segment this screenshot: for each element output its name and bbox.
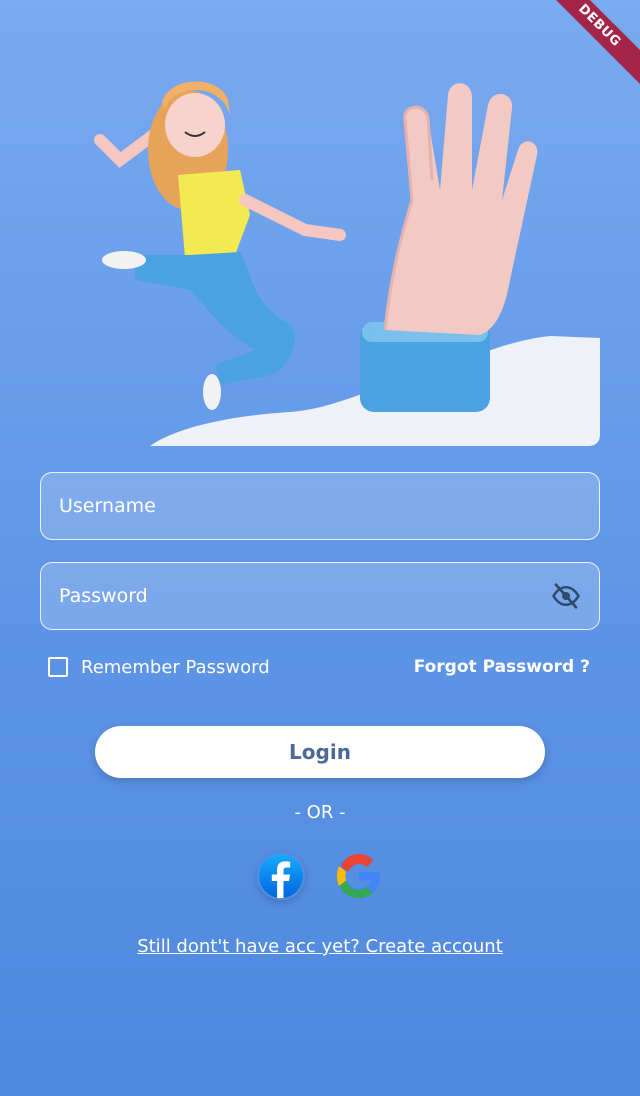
facebook-icon <box>259 854 303 898</box>
username-input[interactable] <box>57 494 583 518</box>
username-field[interactable] <box>40 472 600 540</box>
jumping-girl-waving-hand-illustration <box>94 81 600 446</box>
password-input[interactable] <box>57 584 549 608</box>
remember-checkbox[interactable] <box>48 657 68 677</box>
create-account-link[interactable]: Still dont't have acc yet? Create accoun… <box>0 936 640 957</box>
login-button[interactable]: Login <box>95 726 545 778</box>
facebook-login-button[interactable] <box>257 852 305 900</box>
google-login-button[interactable] <box>335 852 383 900</box>
remember-password-label: Remember Password <box>81 656 270 678</box>
remember-row: Remember Password Forgot Password ? <box>48 654 590 680</box>
forgot-password-link[interactable]: Forgot Password ? <box>414 657 590 677</box>
google-icon <box>337 854 380 898</box>
or-divider: - OR - <box>294 802 346 823</box>
password-field[interactable] <box>40 562 600 630</box>
remember-password-toggle[interactable]: Remember Password <box>48 657 270 678</box>
eye-off-icon[interactable] <box>549 579 583 613</box>
hero-illustration <box>40 40 600 446</box>
